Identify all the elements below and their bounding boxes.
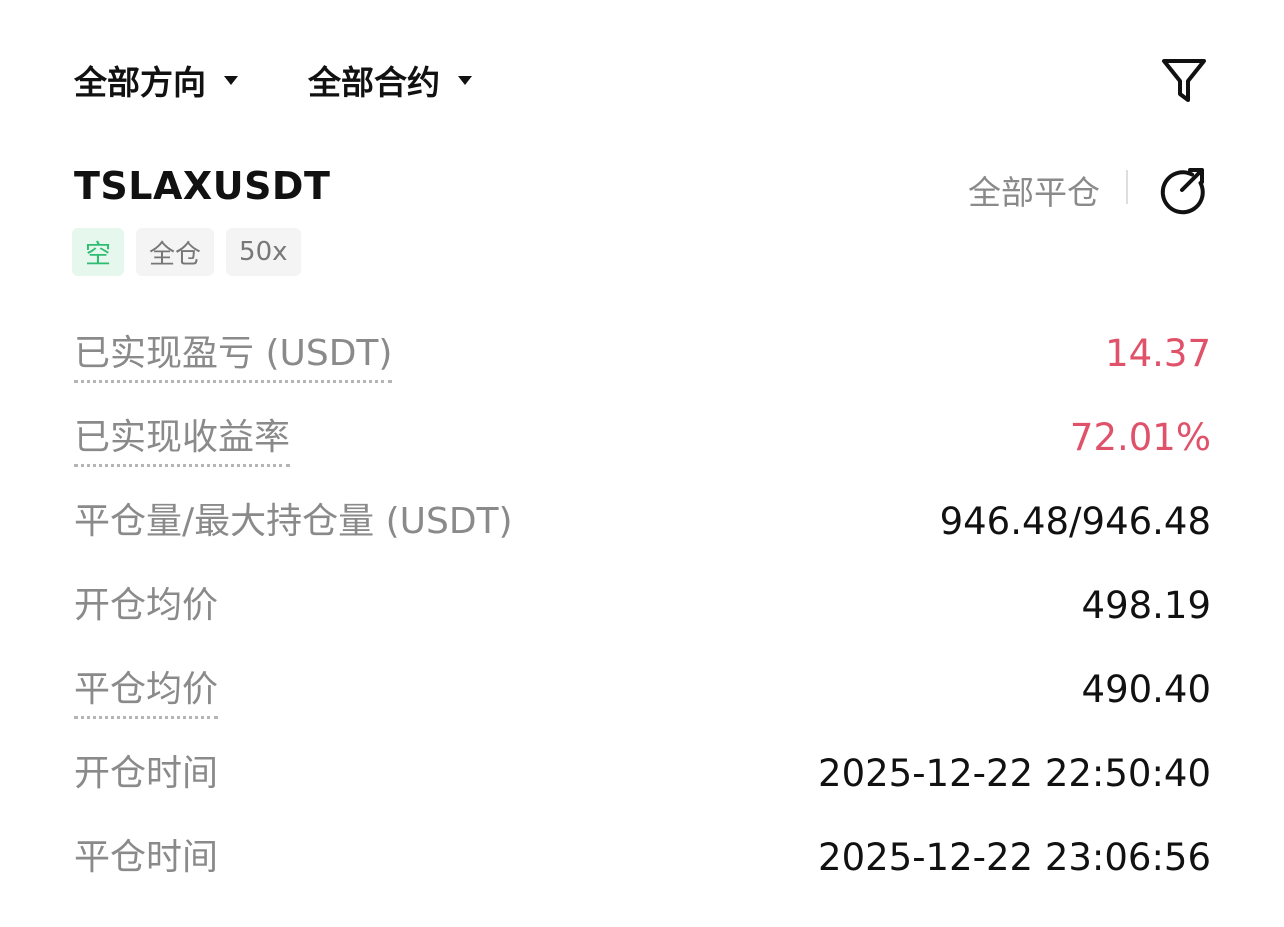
avg-close-price-label[interactable]: 平仓均价: [74, 666, 219, 719]
contract-dropdown-label: 全部合约: [308, 63, 440, 102]
detail-row-avg-close-price: 平仓均价 490.40: [74, 646, 1211, 730]
detail-row-close-time: 平仓时间 2025-12-22 23:06:56: [74, 814, 1211, 898]
direction-dropdown[interactable]: 全部方向: [74, 58, 238, 102]
realized-roi-label[interactable]: 已实现收益率: [74, 414, 291, 467]
open-time-label: 开仓时间: [74, 753, 219, 794]
avg-close-price-value: 490.40: [1081, 668, 1211, 711]
closed-size-value: 946.48/946.48: [939, 500, 1211, 543]
detail-row-realized-pnl: 已实现盈亏 (USDT) 14.37: [74, 310, 1211, 394]
open-time-value: 2025-12-22 22:50:40: [818, 752, 1211, 795]
avg-open-price-label: 开仓均价: [74, 585, 219, 626]
detail-row-realized-roi: 已实现收益率 72.01%: [74, 394, 1211, 478]
closed-size-label: 平仓量/最大持仓量 (USDT): [74, 501, 513, 542]
filter-bar: 全部方向 全部合约: [74, 50, 1208, 110]
side-tag: 空: [72, 228, 125, 276]
close-time-label: 平仓时间: [74, 837, 219, 878]
avg-open-price-value: 498.19: [1081, 584, 1211, 627]
divider: [1126, 170, 1128, 204]
realized-roi-value: 72.01%: [1069, 416, 1211, 459]
close-all-button[interactable]: 全部平仓: [968, 166, 1100, 214]
position-details: 已实现盈亏 (USDT) 14.37 已实现收益率 72.01% 平仓量/最大持…: [74, 310, 1211, 898]
leverage-tag: 50x: [226, 228, 301, 276]
position-symbol: TSLAXUSDT: [74, 164, 331, 208]
caret-down-icon: [224, 75, 238, 85]
share-icon[interactable]: [1156, 164, 1208, 216]
detail-row-closed-size: 平仓量/最大持仓量 (USDT) 946.48/946.48: [74, 478, 1211, 562]
detail-row-avg-open-price: 开仓均价 498.19: [74, 562, 1211, 646]
margin-mode-tag: 全仓: [136, 228, 215, 276]
realized-pnl-value: 14.37: [1105, 332, 1211, 375]
caret-down-icon: [458, 75, 472, 85]
realized-pnl-label[interactable]: 已实现盈亏 (USDT): [74, 330, 393, 383]
detail-row-open-time: 开仓时间 2025-12-22 22:50:40: [74, 730, 1211, 814]
close-time-value: 2025-12-22 23:06:56: [818, 836, 1211, 879]
position-tags: 空 全仓 50x: [72, 228, 301, 276]
contract-dropdown[interactable]: 全部合约: [308, 58, 472, 102]
filter-icon[interactable]: [1160, 54, 1208, 106]
direction-dropdown-label: 全部方向: [74, 63, 206, 102]
